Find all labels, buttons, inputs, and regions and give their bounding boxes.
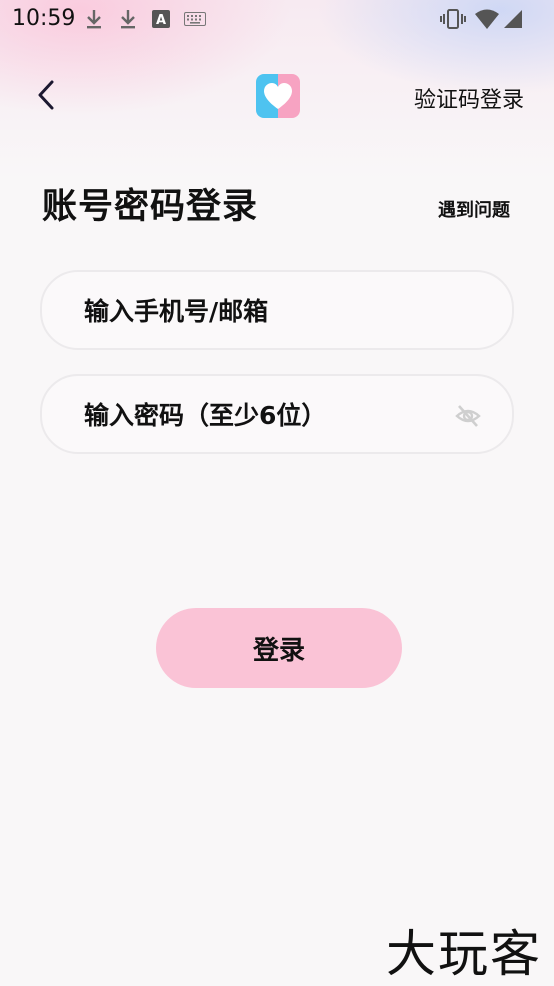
download-icon [121,10,135,29]
status-time: 10:59 [12,6,76,31]
switch-to-sms-login-link[interactable]: 验证码登录 [414,82,524,114]
account-field[interactable] [40,270,514,350]
chevron-left-icon[interactable] [32,78,64,112]
keyboard-icon [184,12,206,26]
background-gradient [0,0,554,300]
status-bar: 10:59 A [0,0,554,40]
password-field[interactable] [40,374,514,454]
help-link[interactable]: 遇到问题 [438,196,510,222]
signal-icon [504,10,522,28]
password-input[interactable] [82,376,446,454]
account-input[interactable] [82,272,446,350]
heart-logo-icon [256,74,300,118]
watermark-text: 大玩客 [386,925,542,983]
svg-text:A: A [156,13,166,28]
font-a-icon: A [152,10,170,28]
login-button[interactable]: 登录 [156,608,402,688]
download-icon [87,10,101,29]
wifi-icon [475,9,499,29]
eye-off-icon[interactable] [454,402,482,430]
vibrate-icon [440,9,466,29]
page-title: 账号密码登录 [42,187,259,227]
